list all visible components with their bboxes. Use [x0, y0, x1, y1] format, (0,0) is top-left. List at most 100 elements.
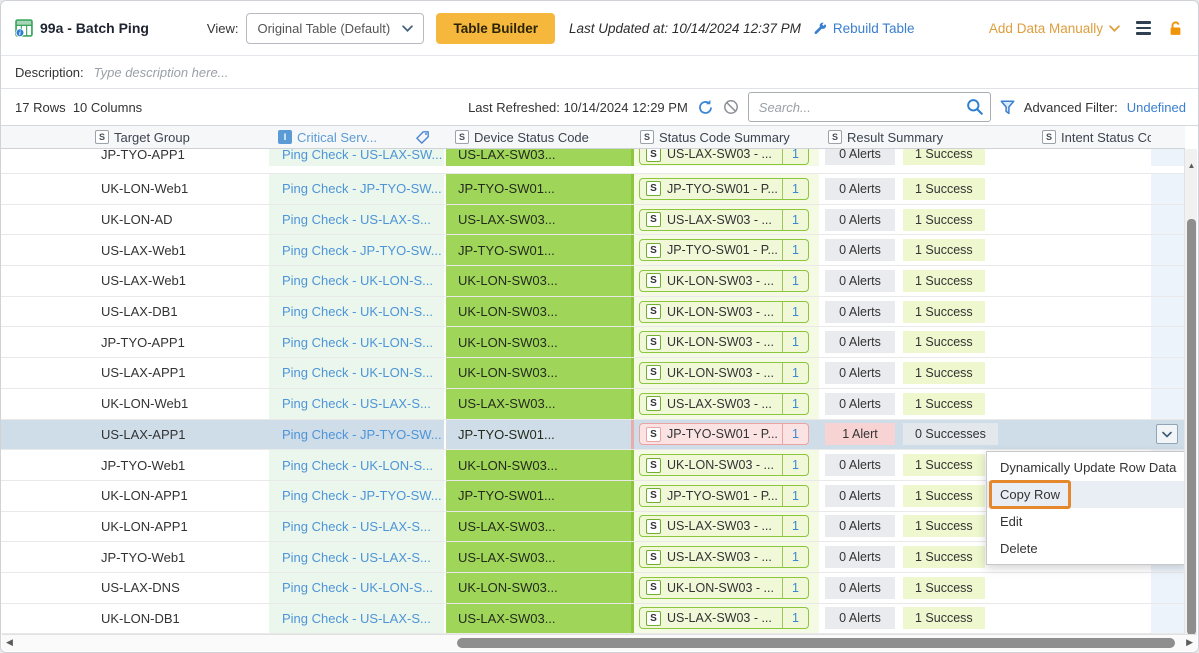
search-icon[interactable]: [966, 98, 984, 116]
critical-service-link[interactable]: Ping Check - UK-LON-S...: [282, 365, 433, 380]
table-row[interactable]: UK-LON-Web1 Ping Check - US-LAX-S... US-…: [1, 389, 1185, 420]
critical-service-link[interactable]: Ping Check - UK-LON-S...: [282, 458, 433, 473]
row-handle[interactable]: [1, 420, 86, 450]
chevron-down-icon: [1162, 431, 1172, 438]
cell-target-group: US-LAX-Web1: [86, 235, 269, 265]
chevron-down-icon: [402, 25, 413, 32]
critical-service-link[interactable]: Ping Check - US-LAX-S...: [282, 550, 431, 565]
filter-icon[interactable]: [1000, 100, 1015, 115]
status-summary-badge: S US-LAX-SW03 - ... 1: [639, 149, 809, 165]
row-handle[interactable]: [1, 542, 86, 572]
row-handle[interactable]: [1, 512, 86, 542]
table-row[interactable]: JP-TYO-APP1 Ping Check - UK-LON-S... UK-…: [1, 327, 1185, 358]
add-data-manually-menu[interactable]: Add Data Manually: [989, 21, 1120, 36]
row-handle[interactable]: [1, 149, 86, 166]
table-builder-button[interactable]: Table Builder: [436, 13, 555, 44]
table-row[interactable]: UK-LON-AD Ping Check - US-LAX-S... US-LA…: [1, 205, 1185, 236]
view-select[interactable]: Original Table (Default): [246, 13, 424, 44]
critical-service-link[interactable]: Ping Check - JP-TYO-SW...: [282, 181, 442, 196]
row-handle[interactable]: [1, 604, 86, 634]
description-input[interactable]: [94, 65, 1184, 80]
scroll-right-arrow[interactable]: ▶: [1186, 637, 1193, 648]
status-s-icon: S: [646, 335, 661, 350]
critical-service-link[interactable]: Ping Check - UK-LON-S...: [282, 580, 433, 595]
row-menu-button[interactable]: [1156, 424, 1178, 444]
column-header[interactable]: S Result Summary: [819, 126, 1033, 148]
column-header[interactable]: S Device Status Code: [446, 126, 631, 148]
unlock-icon[interactable]: [1167, 20, 1184, 37]
search-input[interactable]: [748, 92, 991, 122]
vertical-scrollbar[interactable]: ▲: [1184, 149, 1197, 635]
alerts-badge: 0 Alerts: [825, 362, 895, 384]
success-badge: 1 Success: [903, 546, 985, 568]
table-row[interactable]: UK-LON-Web1 Ping Check - JP-TYO-SW... JP…: [1, 174, 1185, 205]
status-s-icon: S: [646, 519, 661, 534]
column-type-icon: S: [455, 130, 469, 144]
refresh-button[interactable]: [697, 99, 714, 116]
context-menu-item[interactable]: Copy Row: [987, 481, 1186, 508]
success-badge: 1 Success: [903, 485, 985, 507]
critical-service-link[interactable]: Ping Check - US-LAX-S...: [282, 611, 431, 626]
critical-service-link[interactable]: Ping Check - UK-LON-S...: [282, 304, 433, 319]
advanced-filter-value[interactable]: Undefined: [1127, 100, 1186, 115]
clear-refresh-button[interactable]: [723, 99, 739, 115]
row-gutter: [1151, 420, 1185, 450]
table-row[interactable]: US-LAX-DB1 Ping Check - UK-LON-S... UK-L…: [1, 297, 1185, 328]
table-row[interactable]: US-LAX-Web1 Ping Check - JP-TYO-SW... JP…: [1, 235, 1185, 266]
context-menu-item[interactable]: Delete: [987, 535, 1186, 562]
scroll-up-arrow[interactable]: ▲: [1185, 161, 1198, 170]
column-header[interactable]: I Critical Serv...: [269, 126, 446, 148]
row-handle[interactable]: [1, 205, 86, 235]
row-handle[interactable]: [1, 266, 86, 296]
column-header[interactable]: S Intent Status Code: [1033, 126, 1151, 148]
status-summary-badge: S UK-LON-SW03 - ... 1: [639, 270, 809, 292]
horizontal-scrollbar[interactable]: ◀ ▶: [2, 634, 1197, 651]
refresh-icon: [697, 99, 714, 116]
advanced-filter-label: Advanced Filter:: [1024, 100, 1118, 115]
table-row[interactable]: UK-LON-DB1 Ping Check - US-LAX-S... US-L…: [1, 604, 1185, 635]
column-header[interactable]: S Target Group: [86, 126, 269, 148]
table-row[interactable]: US-LAX-APP1 Ping Check - JP-TYO-SW... JP…: [1, 420, 1185, 451]
row-handle[interactable]: [1, 573, 86, 603]
row-handle[interactable]: [1, 174, 86, 204]
critical-service-link[interactable]: Ping Check - JP-TYO-SW...: [282, 427, 442, 442]
column-header[interactable]: S Status Code Summary: [631, 126, 819, 148]
critical-service-link[interactable]: Ping Check - UK-LON-S...: [282, 335, 433, 350]
menu-icon[interactable]: [1136, 21, 1151, 34]
context-menu-item[interactable]: Dynamically Update Row Data: [987, 454, 1186, 481]
vertical-scroll-thumb[interactable]: [1187, 219, 1196, 635]
row-handle[interactable]: [1, 358, 86, 388]
row-handle[interactable]: [1, 481, 86, 511]
critical-service-link[interactable]: Ping Check - JP-TYO-SW...: [282, 243, 442, 258]
table-row[interactable]: JP-TYO-APP1 Ping Check - US-LAX-SW... US…: [1, 149, 1185, 174]
scroll-left-arrow[interactable]: ◀: [6, 637, 13, 648]
table-row[interactable]: US-LAX-APP1 Ping Check - UK-LON-S... UK-…: [1, 358, 1185, 389]
horizontal-scroll-thumb[interactable]: [457, 638, 1175, 648]
context-menu-item[interactable]: Edit: [987, 508, 1186, 535]
column-type-icon: S: [1042, 130, 1056, 144]
cell-device-status-code: US-LAX-SW03...: [446, 604, 631, 634]
critical-service-link[interactable]: Ping Check - UK-LON-S...: [282, 273, 433, 288]
status-s-icon: S: [646, 149, 661, 162]
row-handle[interactable]: [1, 235, 86, 265]
row-handle[interactable]: [1, 327, 86, 357]
status-summary-count: 1: [782, 486, 808, 506]
status-summary-text: US-LAX-SW03 - ...: [667, 397, 782, 411]
row-handle[interactable]: [1, 450, 86, 480]
status-s-icon: S: [646, 550, 661, 565]
critical-service-link[interactable]: Ping Check - US-LAX-SW...: [282, 149, 442, 162]
status-summary-badge: S US-LAX-SW03 - ... 1: [639, 546, 809, 568]
cell-status-code-summary: S US-LAX-SW03 - ... 1: [631, 149, 819, 166]
last-refreshed-text: Last Refreshed: 10/14/2024 12:29 PM: [468, 100, 688, 115]
critical-service-link[interactable]: Ping Check - US-LAX-S...: [282, 396, 431, 411]
critical-service-link[interactable]: Ping Check - US-LAX-S...: [282, 519, 431, 534]
row-handle[interactable]: [1, 389, 86, 419]
table-row[interactable]: US-LAX-DNS Ping Check - UK-LON-S... UK-L…: [1, 573, 1185, 604]
rebuild-table-link[interactable]: Rebuild Table: [813, 21, 915, 36]
critical-service-link[interactable]: Ping Check - JP-TYO-SW...: [282, 488, 442, 503]
row-handle[interactable]: [1, 297, 86, 327]
critical-service-link[interactable]: Ping Check - US-LAX-S...: [282, 212, 431, 227]
column-header-label: Status Code Summary: [659, 130, 790, 145]
view-label: View:: [207, 21, 239, 36]
table-row[interactable]: US-LAX-Web1 Ping Check - UK-LON-S... UK-…: [1, 266, 1185, 297]
